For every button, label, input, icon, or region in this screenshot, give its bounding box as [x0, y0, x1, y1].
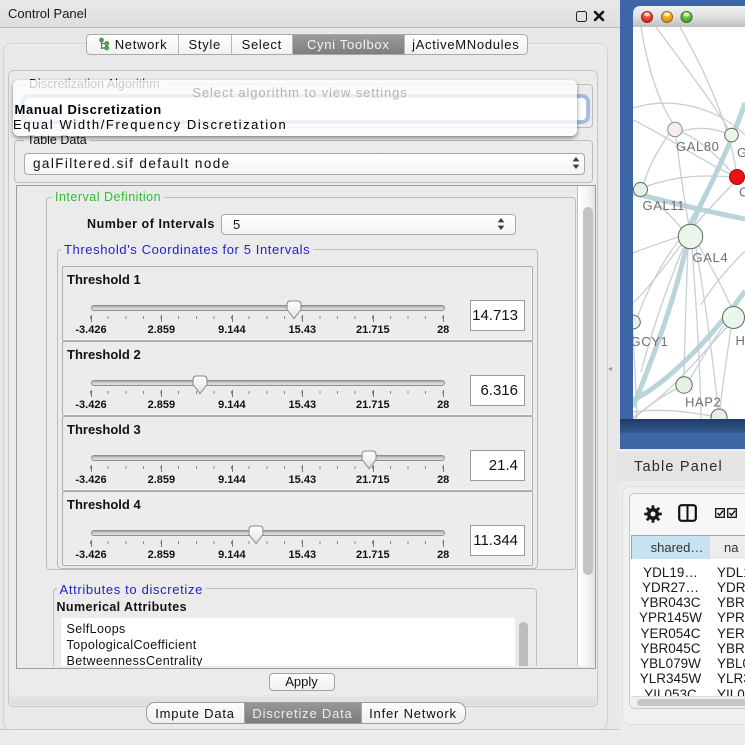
svg-text:C: C [739, 185, 745, 200]
svg-text:GA: GA [737, 145, 745, 160]
svg-text:GAL4: GAL4 [693, 250, 729, 265]
svg-text:GCY1: GCY1 [633, 334, 668, 349]
svg-text:GAL11: GAL11 [643, 198, 686, 213]
svg-text:HAP2: HAP2 [685, 395, 721, 410]
svg-text:H: H [736, 333, 745, 348]
svg-text:GAL80: GAL80 [676, 139, 719, 154]
